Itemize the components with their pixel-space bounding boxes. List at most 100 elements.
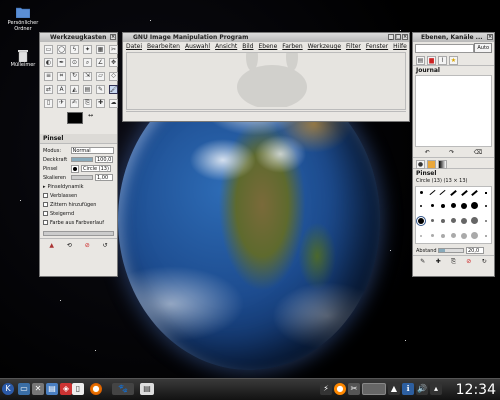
paths-tab-icon[interactable]: ⌇ (438, 56, 447, 65)
fade-option[interactable]: Verblassen (40, 191, 117, 200)
menu-select[interactable]: Auswahl (185, 43, 210, 50)
brush-14[interactable] (484, 204, 487, 207)
heal-tool-icon[interactable]: ✚ (96, 98, 105, 108)
delete-options-icon[interactable]: ⊘ (85, 242, 90, 249)
tray-network-icon[interactable]: ⚡ (320, 383, 332, 395)
pencil-tool-icon[interactable]: ✎ (96, 85, 105, 95)
dock-titlebar[interactable]: Ebenen, Kanäle ... × (413, 33, 494, 42)
brush-preview[interactable] (71, 164, 79, 173)
bucket-fill-tool-icon[interactable]: ◭ (70, 85, 79, 95)
scale-slider[interactable] (71, 175, 93, 180)
spacing-field[interactable]: 20,0 (466, 247, 484, 254)
brush-7[interactable] (484, 191, 487, 194)
tray-arrow-icon[interactable]: ▴ (430, 383, 442, 395)
main-titlebar[interactable]: GNU Image Manipulation Program _ □ × (123, 33, 409, 42)
brush-16[interactable] (430, 219, 434, 222)
opacity-field[interactable]: 100,0 (95, 156, 113, 163)
brush-28[interactable] (484, 234, 487, 237)
spacing-slider[interactable] (438, 248, 464, 253)
tray-firefox-icon[interactable]: ● (334, 383, 346, 395)
close-icon[interactable]: × (110, 34, 116, 40)
desktop-show-icon[interactable]: ▭ (18, 383, 30, 395)
minimize-icon[interactable]: _ (388, 34, 394, 40)
brush-19[interactable] (461, 217, 468, 224)
fade-checkbox[interactable] (43, 193, 48, 198)
fuzzy-select-tool-icon[interactable]: ✦ (83, 45, 92, 54)
brush-24[interactable] (440, 233, 445, 238)
firefox-icon[interactable]: ● (90, 383, 102, 395)
brush-20[interactable] (471, 217, 479, 224)
brush-23[interactable] (430, 234, 434, 237)
color-select-tool-icon[interactable]: ▦ (96, 45, 105, 54)
brush-22[interactable] (420, 234, 423, 237)
redo-icon[interactable]: ↷ (449, 149, 454, 156)
brush-18[interactable] (450, 218, 456, 223)
menu-view[interactable]: Ansicht (215, 43, 237, 50)
image-selector[interactable] (415, 43, 475, 53)
refresh-brushes-icon[interactable]: ↻ (482, 258, 487, 266)
paintbrush-tool-icon[interactable]: 🖌 (109, 85, 118, 95)
gimp-task-button[interactable]: 🐾 (112, 383, 134, 395)
ink-tool-icon[interactable]: ✍ (70, 98, 79, 108)
close-icon[interactable]: × (402, 34, 408, 40)
incremental-checkbox[interactable] (43, 211, 48, 216)
incremental-option[interactable]: Steigernd (40, 209, 117, 218)
crop-tool-icon[interactable]: ⌗ (57, 71, 66, 81)
swap-colors-icon[interactable]: ↔ (88, 112, 93, 119)
ellipse-select-tool-icon[interactable]: ◯ (57, 45, 66, 54)
layers-tab-icon[interactable]: ▤ (416, 56, 425, 65)
menu-help[interactable]: Hilfe (393, 43, 407, 50)
smudge-tool-icon[interactable]: ☁ (109, 98, 118, 108)
flip-tool-icon[interactable]: ⇄ (44, 85, 53, 95)
duplicate-brush-icon[interactable]: ⎘ (451, 258, 456, 266)
brush-grid[interactable] (415, 186, 492, 244)
gradient-checkbox[interactable] (43, 220, 48, 225)
brush-5[interactable] (460, 189, 468, 196)
perspective-tool-icon[interactable]: ◇ (109, 71, 118, 81)
measure-tool-icon[interactable]: ∠ (96, 58, 105, 68)
paths-tool-icon[interactable]: ✒ (57, 58, 66, 68)
file-manager-icon[interactable]: ▤ (46, 383, 58, 395)
free-select-tool-icon[interactable]: ϟ (70, 45, 79, 54)
patterns-tab-icon[interactable] (427, 160, 436, 169)
empty-canvas[interactable] (126, 52, 406, 110)
brush-13[interactable] (471, 202, 479, 209)
clear-history-icon[interactable]: ⌫ (474, 149, 482, 156)
text-tool-icon[interactable]: A (57, 85, 66, 95)
menu-colors[interactable]: Farben (282, 43, 302, 50)
brush-17[interactable] (440, 218, 445, 223)
tray-package-icon[interactable]: ▲ (388, 383, 400, 395)
foreground-select-tool-icon[interactable]: ◐ (44, 58, 53, 68)
menu-filters[interactable]: Filter (346, 43, 361, 50)
brush-12[interactable] (461, 202, 468, 209)
menu-layer[interactable]: Ebene (259, 43, 278, 50)
maximize-icon[interactable]: □ (395, 34, 401, 40)
color-picker-tool-icon[interactable]: ⊙ (70, 58, 79, 68)
channels-tab-icon[interactable]: ▆ (427, 56, 436, 65)
brush-11[interactable] (450, 203, 456, 208)
horizontal-scrollbar[interactable] (43, 231, 114, 236)
journal-list[interactable] (415, 75, 492, 147)
document-task-button[interactable]: ▤ (140, 383, 154, 395)
rect-select-tool-icon[interactable]: ▭ (44, 45, 53, 54)
align-tool-icon[interactable]: ≡ (44, 71, 53, 81)
foreground-color-swatch[interactable] (67, 112, 83, 124)
gradients-tab-icon[interactable] (438, 160, 447, 169)
brush-21[interactable] (484, 219, 487, 222)
document-icon[interactable]: ▯ (72, 383, 84, 395)
menu-image[interactable]: Bild (242, 43, 253, 50)
system-settings-icon[interactable]: ✕ (32, 383, 44, 395)
auto-button[interactable]: Auto (474, 43, 492, 53)
toolbox-titlebar[interactable]: Werkzeugkasten × (40, 33, 117, 42)
clock[interactable]: 12:34 (456, 382, 496, 398)
brush-26[interactable] (461, 232, 468, 239)
brush-10[interactable] (440, 203, 445, 208)
brush-3[interactable] (439, 189, 446, 196)
close-icon[interactable]: × (487, 34, 493, 40)
scale-field[interactable]: 1,00 (95, 174, 113, 181)
brush-4[interactable] (450, 189, 457, 196)
jitter-checkbox[interactable] (43, 202, 48, 207)
menu-windows[interactable]: Fenster (366, 43, 388, 50)
save-options-icon[interactable]: ▲ (49, 242, 54, 249)
scale-tool-icon[interactable]: ⇲ (83, 71, 92, 81)
